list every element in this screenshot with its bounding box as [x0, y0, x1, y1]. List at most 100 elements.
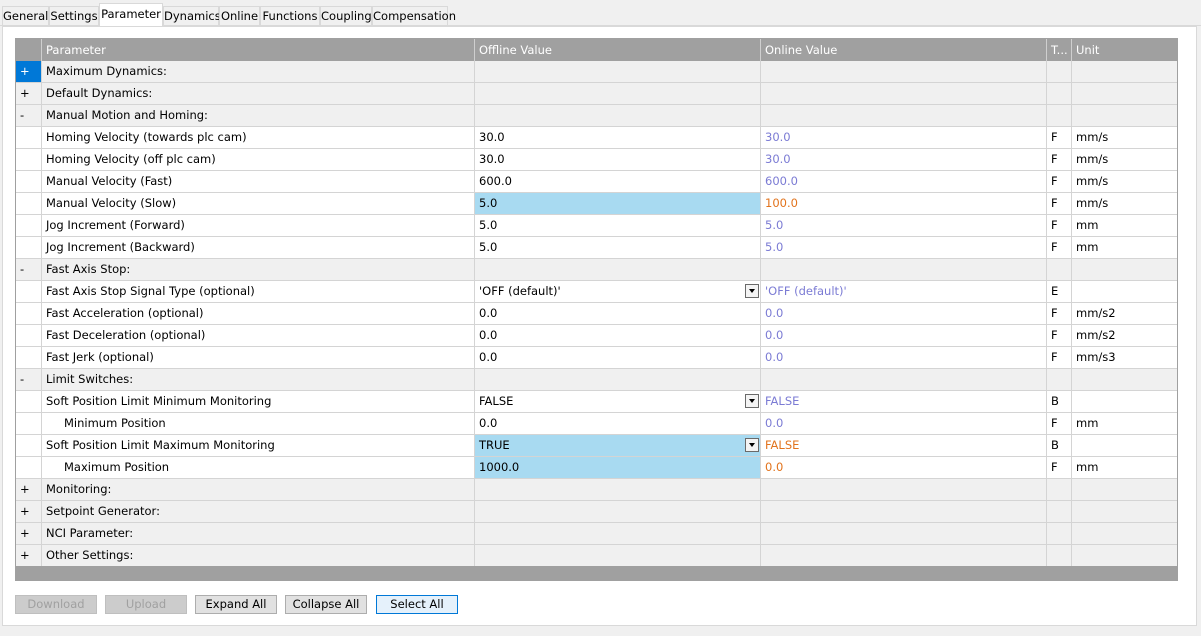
online-value: 30.0: [761, 149, 1047, 170]
collapse-all-button[interactable]: Collapse All: [285, 595, 367, 614]
expand-toggle[interactable]: -: [16, 369, 42, 390]
upload-button[interactable]: Upload: [105, 595, 187, 614]
expand-toggle[interactable]: +: [16, 61, 42, 82]
offline-value[interactable]: TRUE: [475, 435, 761, 456]
header-parameter[interactable]: Parameter: [42, 39, 475, 61]
offline-value-cell: [475, 105, 761, 126]
expand-all-button[interactable]: Expand All: [195, 595, 277, 614]
online-value-cell: [761, 83, 1047, 104]
table-row[interactable]: Manual Velocity (Fast) 600.0 600.0 Fmm/s: [16, 171, 1177, 193]
tab-functions[interactable]: Functions: [260, 6, 320, 25]
offline-value[interactable]: 0.0: [475, 347, 761, 368]
header-offline-value[interactable]: Offline Value: [475, 39, 761, 61]
group-row[interactable]: + NCI Parameter:: [16, 523, 1177, 545]
offline-value[interactable]: 0.0: [475, 303, 761, 324]
table-row[interactable]: Manual Velocity (Slow) 5.0 100.0 Fmm/s: [16, 193, 1177, 215]
expand-toggle[interactable]: -: [16, 105, 42, 126]
table-row[interactable]: Fast Acceleration (optional) 0.0 0.0 Fmm/s2: [16, 303, 1177, 325]
group-row[interactable]: - Manual Motion and Homing:: [16, 105, 1177, 127]
dropdown-arrow-icon[interactable]: [745, 284, 759, 298]
header-type[interactable]: T...: [1047, 39, 1072, 61]
type-cell: [1047, 479, 1072, 500]
table-row[interactable]: Maximum Position 1000.0 0.0 Fmm: [16, 457, 1177, 479]
group-label: Maximum Dynamics:: [42, 61, 475, 82]
offline-value-text: TRUE: [479, 438, 510, 452]
offline-value[interactable]: 5.0: [475, 237, 761, 258]
header-unit[interactable]: Unit: [1072, 39, 1177, 61]
tab-settings[interactable]: Settings: [49, 6, 99, 25]
group-label: Monitoring:: [42, 479, 475, 500]
offline-value-cell: [475, 545, 761, 566]
group-row[interactable]: + Monitoring:: [16, 479, 1177, 501]
offline-value[interactable]: 30.0: [475, 127, 761, 148]
unit-cell: [1072, 83, 1177, 104]
online-value: 0.0: [761, 347, 1047, 368]
expand-toggle[interactable]: +: [16, 523, 42, 544]
table-row[interactable]: Jog Increment (Backward) 5.0 5.0 Fmm: [16, 237, 1177, 259]
offline-value[interactable]: 1000.0: [475, 457, 761, 478]
dropdown-arrow-icon[interactable]: [745, 394, 759, 408]
row-spacer: [16, 347, 42, 368]
online-value: 'OFF (default)': [761, 281, 1047, 302]
unit-cell: [1072, 435, 1177, 456]
group-label: NCI Parameter:: [42, 523, 475, 544]
online-value: 0.0: [761, 413, 1047, 434]
table-row[interactable]: Minimum Position 0.0 0.0 Fmm: [16, 413, 1177, 435]
expand-toggle[interactable]: +: [16, 83, 42, 104]
table-row[interactable]: Fast Jerk (optional) 0.0 0.0 Fmm/s3: [16, 347, 1177, 369]
expand-toggle[interactable]: +: [16, 545, 42, 566]
unit-cell: [1072, 501, 1177, 522]
offline-value[interactable]: FALSE: [475, 391, 761, 412]
group-label: Setpoint Generator:: [42, 501, 475, 522]
group-row[interactable]: - Limit Switches:: [16, 369, 1177, 391]
parameter-name: Soft Position Limit Minimum Monitoring: [42, 391, 475, 412]
type-cell: [1047, 83, 1072, 104]
unit-cell: mm: [1076, 240, 1099, 254]
offline-value[interactable]: 'OFF (default)': [475, 281, 761, 302]
group-row[interactable]: + Default Dynamics:: [16, 83, 1177, 105]
table-row[interactable]: Fast Axis Stop Signal Type (optional) 'OF…: [16, 281, 1177, 303]
table-row[interactable]: Jog Increment (Forward) 5.0 5.0 Fmm: [16, 215, 1177, 237]
expand-toggle[interactable]: +: [16, 501, 42, 522]
type-cell: F: [1047, 193, 1072, 214]
type-cell: [1047, 545, 1072, 566]
offline-value[interactable]: 5.0: [475, 215, 761, 236]
parameter-name: Homing Velocity (off plc cam): [42, 149, 475, 170]
type-cell: F: [1047, 303, 1072, 324]
offline-value[interactable]: 0.0: [475, 325, 761, 346]
tab-coupling[interactable]: Coupling: [320, 6, 372, 25]
group-row[interactable]: - Fast Axis Stop:: [16, 259, 1177, 281]
group-label: Manual Motion and Homing:: [42, 105, 475, 126]
offline-value-text: 'OFF (default)': [479, 284, 561, 298]
tab-parameter[interactable]: Parameter: [99, 3, 163, 26]
dropdown-arrow-icon[interactable]: [745, 438, 759, 452]
row-spacer: [16, 215, 42, 236]
select-all-button[interactable]: Select All: [376, 595, 458, 614]
group-label: Fast Axis Stop:: [42, 259, 475, 280]
table-row[interactable]: Soft Position Limit Minimum Monitoring FA…: [16, 391, 1177, 413]
download-button[interactable]: Download: [15, 595, 97, 614]
table-row[interactable]: Fast Deceleration (optional) 0.0 0.0 Fmm/s2: [16, 325, 1177, 347]
offline-value-cell: [475, 501, 761, 522]
group-row[interactable]: + Maximum Dynamics:: [16, 61, 1177, 83]
table-row[interactable]: Soft Position Limit Maximum Monitoring TR…: [16, 435, 1177, 457]
offline-value[interactable]: 5.0: [475, 193, 761, 214]
table-row[interactable]: Homing Velocity (off plc cam) 30.0 30.0 Fmm…: [16, 149, 1177, 171]
horizontal-scrollbar[interactable]: [16, 566, 1177, 580]
tab-general[interactable]: General: [2, 6, 49, 25]
expand-toggle[interactable]: +: [16, 479, 42, 500]
group-row[interactable]: + Setpoint Generator:: [16, 501, 1177, 523]
offline-value[interactable]: 30.0: [475, 149, 761, 170]
tab-dynamics[interactable]: Dynamics: [163, 6, 221, 25]
type-cell: B: [1047, 435, 1072, 456]
header-online-value[interactable]: Online Value: [761, 39, 1047, 61]
table-row[interactable]: Homing Velocity (towards plc cam) 30.0 30.…: [16, 127, 1177, 149]
tab-compensation[interactable]: Compensation: [372, 6, 456, 25]
offline-value[interactable]: 0.0: [475, 413, 761, 434]
group-row[interactable]: + Other Settings:: [16, 545, 1177, 567]
offline-value[interactable]: 600.0: [475, 171, 761, 192]
expand-toggle[interactable]: -: [16, 259, 42, 280]
tab-online[interactable]: Online: [219, 6, 260, 25]
online-value-cell: [761, 369, 1047, 390]
row-spacer: [16, 435, 42, 456]
